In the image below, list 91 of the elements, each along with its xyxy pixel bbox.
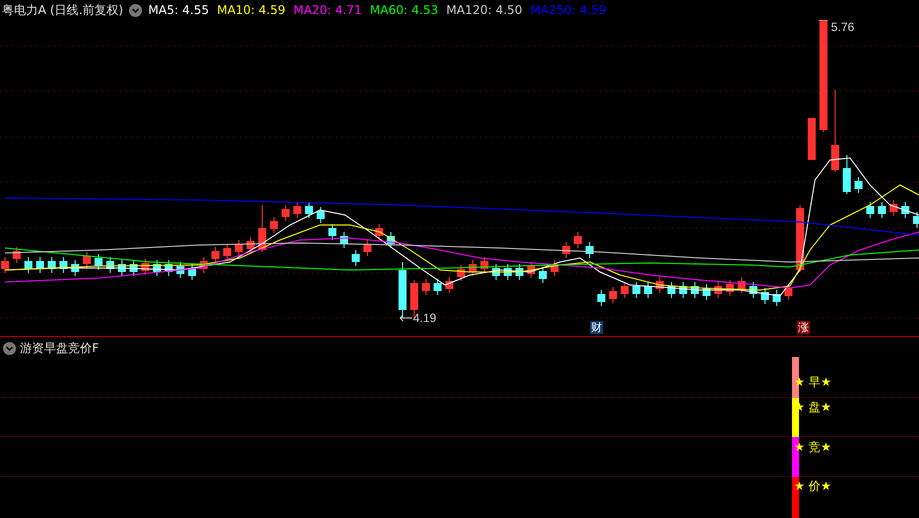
dropdown-icon[interactable] [3, 342, 16, 355]
candlestick [457, 264, 465, 282]
candlestick [702, 284, 711, 300]
candlestick [36, 256, 44, 274]
candlestick [176, 262, 184, 278]
candlestick [586, 242, 594, 258]
moving-average-label: MA20: 4.71 [293, 3, 362, 17]
candlestick [632, 282, 640, 298]
candlestick [258, 204, 266, 252]
candlestick [24, 256, 32, 274]
moving-average-label: MA250: 4.59 [530, 3, 606, 17]
stock-title: 粤电力A (日线.前复权) [2, 2, 124, 18]
candlestick [609, 286, 617, 304]
candlestick [866, 202, 874, 218]
candlestick [901, 202, 910, 218]
candlestick [340, 232, 348, 248]
moving-average-label: MA5: 4.55 [148, 3, 209, 17]
candlestick [714, 282, 722, 298]
candlestick [679, 282, 688, 298]
candlestick [504, 264, 512, 280]
candlestick [644, 282, 652, 298]
candlestick [422, 278, 430, 296]
indicator-title: 游资早盘竞价F [20, 340, 99, 357]
arrow-icon [400, 314, 412, 322]
candlestick [738, 276, 746, 294]
low-price-label: 4.19 [413, 311, 436, 325]
candlestick [772, 290, 781, 306]
candlestick [328, 224, 336, 240]
candlestick [656, 276, 664, 294]
candlestick [59, 256, 68, 274]
candlestick [293, 202, 302, 218]
candlestick [141, 258, 150, 276]
candlestick [130, 260, 138, 276]
moving-average-label: MA60: 4.53 [370, 3, 438, 17]
candlestick [574, 232, 582, 248]
candlestick [784, 284, 792, 300]
candlestick [386, 232, 395, 248]
candlestick [445, 276, 454, 294]
candlestick [200, 256, 208, 274]
moving-average-label: MA120: 4.50 [446, 3, 522, 17]
candlestick [316, 206, 325, 224]
candlestick [480, 256, 488, 274]
candlestick [282, 204, 290, 222]
event-marker[interactable]: 财 [590, 321, 603, 334]
candlestick [749, 282, 758, 298]
candlestick [246, 236, 255, 254]
candlestick [878, 202, 886, 218]
dropdown-icon[interactable] [129, 4, 142, 16]
candlestick [761, 288, 769, 304]
candlestick [842, 154, 851, 194]
event-marker[interactable]: 涨 [797, 321, 810, 334]
candlestick [164, 260, 173, 276]
candlestick [515, 264, 524, 280]
high-price-label: 5.76 [831, 20, 854, 34]
candlestick [352, 250, 360, 266]
candlestick [468, 260, 477, 276]
candlestick [106, 256, 114, 274]
candlestick [12, 246, 21, 264]
candlestick [597, 290, 606, 306]
candlestick [796, 204, 804, 272]
candlestick [48, 256, 56, 274]
candlestick [1, 256, 9, 274]
candlestick [94, 254, 103, 270]
candlestick [890, 200, 898, 216]
candlestick [690, 282, 699, 298]
candlestick [667, 282, 676, 298]
candlestick [550, 260, 559, 276]
candlestick [82, 252, 91, 268]
candlestick [492, 264, 500, 280]
candlestick [726, 280, 734, 296]
candlestick [562, 242, 570, 258]
candlestick [620, 282, 629, 298]
candlestick [234, 240, 243, 256]
candlestick [305, 202, 313, 218]
candlestick [375, 224, 384, 240]
candlestick [153, 260, 161, 276]
candlestick [913, 212, 919, 228]
candlestick [434, 278, 442, 296]
candlestick [270, 216, 278, 234]
candlestick [854, 176, 863, 194]
candlestick [188, 264, 196, 280]
candlestick [398, 262, 407, 318]
candlestick [71, 260, 80, 276]
candlestick [538, 266, 547, 284]
candlestick [527, 262, 536, 278]
candlestick [808, 118, 816, 160]
moving-average-label: MA10: 4.59 [216, 3, 286, 17]
candlestick [211, 246, 220, 264]
candlestick [118, 260, 126, 276]
candlestick [363, 240, 372, 256]
candlestick [223, 244, 232, 260]
